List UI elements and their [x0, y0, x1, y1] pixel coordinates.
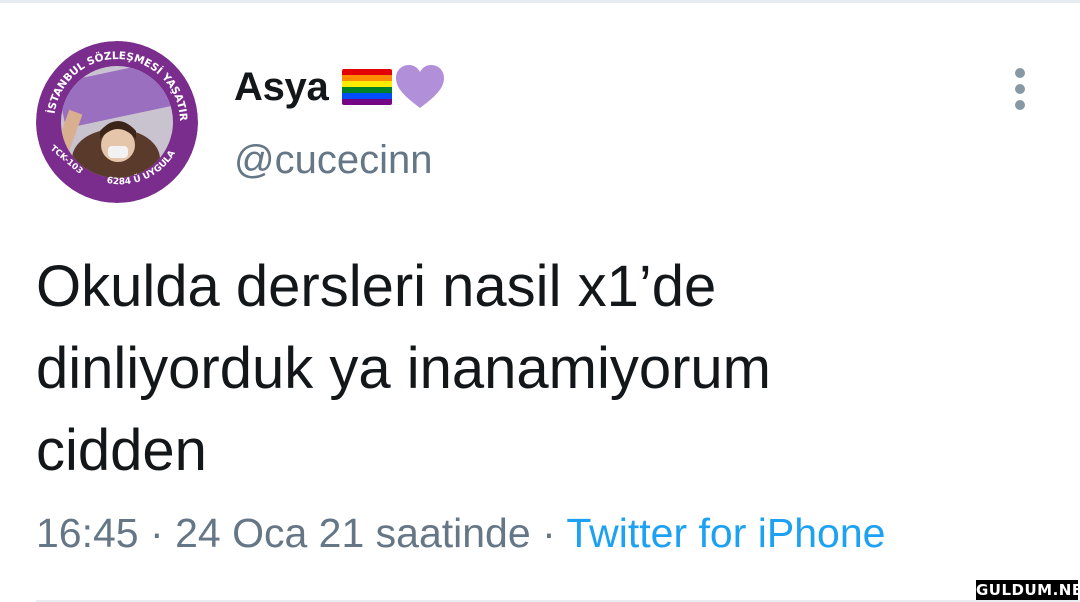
display-name[interactable]: Asya [234, 65, 329, 110]
avatar[interactable]: İSTANBUL SÖZLEŞMESİ YAŞATIR 6284 Ü UYGUL… [36, 41, 198, 203]
tweet-meta: 16:45 · 24 Oca 21 saatinde · Twitter for… [36, 510, 885, 557]
author-handle[interactable]: @cucecinn [234, 138, 432, 183]
meta-separator: · [150, 510, 164, 556]
tweet-text-line: cidden [36, 418, 207, 483]
more-vertical-icon[interactable] [1006, 64, 1034, 114]
tweet-time[interactable]: 16:45 [36, 510, 139, 556]
purple-heart-icon [396, 65, 445, 108]
rainbow-flag-icon [342, 69, 393, 105]
tweet-date[interactable]: 24 Oca 21 saatinde [175, 510, 531, 556]
tweet-text: Okulda dersleri nasil x1’de dinliyorduk … [36, 246, 1036, 492]
author-name-row: Asya [234, 62, 446, 112]
tweet-text-line: dinliyorduk ya inanamiyorum [36, 336, 771, 401]
tweet-text-line: Okulda dersleri nasil x1’de [36, 254, 717, 319]
tweet-source-link[interactable]: Twitter for iPhone [566, 510, 885, 556]
watermark: GULDUM.NET [976, 580, 1080, 600]
meta-separator: · [542, 510, 556, 556]
avatar-image: İSTANBUL SÖZLEŞMESİ YAŞATIR 6284 Ü UYGUL… [36, 41, 198, 203]
top-divider [0, 0, 1080, 3]
